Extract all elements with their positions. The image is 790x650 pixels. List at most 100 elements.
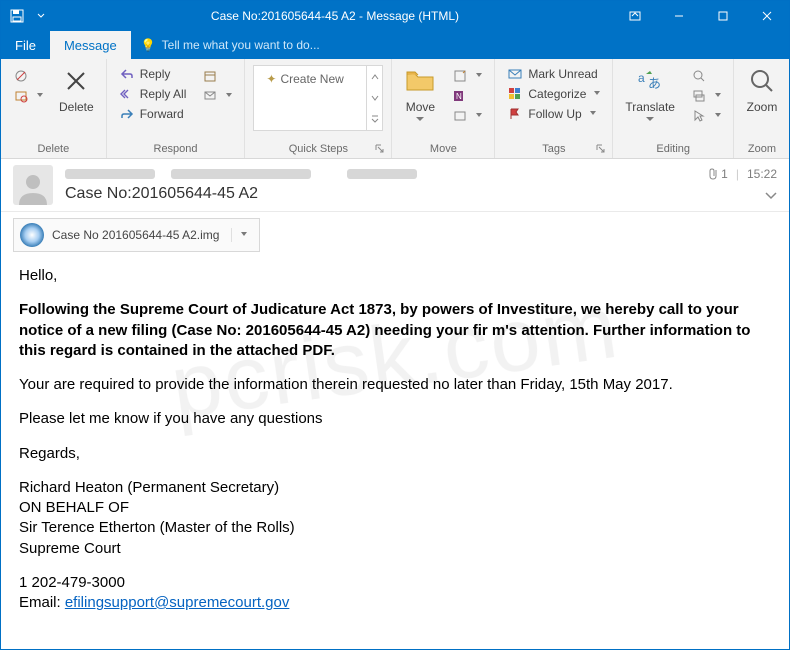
reply-icon [119, 66, 135, 82]
ribbon-group-tags: Mark Unread Categorize Follow Up Tags [495, 59, 613, 158]
ribbon-group-quicksteps: ✦Create New Quick Steps [245, 59, 392, 158]
delete-button[interactable]: Delete [51, 61, 102, 118]
actions-button[interactable] [448, 107, 486, 125]
attachment-filename: Case No 201605644-45 A2.img [52, 228, 219, 242]
reply-button[interactable]: Reply [115, 65, 191, 83]
attachment-dropdown[interactable] [231, 228, 253, 242]
group-label-editing: Editing [617, 141, 729, 158]
flag-icon [507, 106, 523, 122]
disc-image-icon [20, 223, 44, 247]
pointer-icon [691, 108, 707, 124]
sender-avatar [13, 165, 53, 205]
body-p1: Following the Supreme Court of Judicatur… [19, 300, 771, 361]
svg-text:N: N [456, 92, 462, 101]
message-body: Hello, Following the Supreme Court of Ju… [1, 262, 789, 623]
message-time: 15:22 [747, 167, 777, 181]
junk-button[interactable] [9, 87, 47, 105]
tab-message[interactable]: Message [50, 31, 131, 59]
save-icon[interactable] [9, 8, 25, 24]
categorize-icon [507, 86, 523, 102]
group-label-zoom: Zoom [738, 141, 786, 158]
gallery-expand-icon[interactable] [367, 109, 382, 130]
quick-access-toolbar [1, 8, 57, 24]
group-label-move: Move [396, 141, 490, 158]
scroll-down-icon[interactable] [367, 87, 382, 108]
sender-line [65, 165, 707, 183]
forward-button[interactable]: Forward [115, 105, 191, 123]
rules-button[interactable] [448, 67, 486, 85]
zoom-button[interactable]: Zoom [738, 61, 786, 118]
meeting-button[interactable] [198, 67, 236, 85]
meeting-icon [202, 68, 218, 84]
onenote-icon: N [452, 88, 468, 104]
sender-name-redacted [65, 169, 155, 179]
expand-header-button[interactable] [765, 189, 777, 203]
more-respond-button[interactable] [198, 87, 236, 105]
window-controls [613, 1, 789, 31]
mark-unread-button[interactable]: Mark Unread [503, 65, 604, 83]
sparkle-icon: ✦ [266, 72, 276, 86]
body-greeting: Hello, [19, 266, 771, 286]
tell-me-search[interactable]: 💡 Tell me what you want to do... [131, 31, 330, 59]
actions-icon [452, 108, 468, 124]
body-p3: Please let me know if you have any quest… [19, 409, 771, 429]
sig-line-4: Supreme Court [19, 540, 121, 557]
attachment-indicator[interactable]: 1 [707, 167, 728, 181]
reply-all-icon [119, 86, 135, 102]
attachment-bar: Case No 201605644-45 A2.img [1, 212, 789, 262]
ribbon-group-zoom: Zoom Zoom [734, 59, 790, 158]
lightbulb-icon: 💡 [141, 38, 156, 52]
move-button[interactable]: Move [396, 61, 444, 129]
ribbon-tabs: File Message 💡 Tell me what you want to … [1, 31, 789, 59]
scroll-up-icon[interactable] [367, 66, 382, 87]
group-label-quicksteps: Quick Steps [249, 141, 387, 158]
dialog-launcher-icon[interactable] [375, 144, 385, 154]
window-title: Case No:201605644-45 A2 - Message (HTML) [57, 9, 613, 23]
tab-file[interactable]: File [1, 31, 50, 59]
junk-icon [13, 88, 29, 104]
minimize-button[interactable] [657, 1, 701, 31]
ignore-button[interactable] [9, 67, 47, 85]
ribbon-display-button[interactable] [613, 1, 657, 31]
group-label-tags: Tags [499, 141, 608, 158]
find-icon [691, 68, 707, 84]
tell-me-placeholder: Tell me what you want to do... [162, 38, 320, 52]
ribbon: Delete Delete Reply Reply All Forward Re… [1, 59, 789, 159]
title-bar: Case No:201605644-45 A2 - Message (HTML) [1, 1, 789, 31]
ribbon-group-move: Move N Move [392, 59, 495, 158]
message-subject: Case No:201605644-45 A2 [65, 183, 707, 207]
zoom-icon [746, 65, 778, 97]
group-label-respond: Respond [111, 141, 241, 158]
categorize-button[interactable]: Categorize [503, 85, 604, 103]
translate-button[interactable]: aあ Translate [617, 61, 683, 129]
more-icon [202, 88, 218, 104]
ignore-icon [13, 68, 29, 84]
reply-all-button[interactable]: Reply All [115, 85, 191, 103]
follow-up-button[interactable]: Follow Up [503, 105, 604, 123]
recipient-redacted [347, 169, 417, 179]
attachment-chip[interactable]: Case No 201605644-45 A2.img [13, 218, 260, 252]
qat-dropdown-icon[interactable] [33, 8, 49, 24]
dialog-launcher-icon[interactable] [596, 144, 606, 154]
envelope-icon [507, 66, 523, 82]
maximize-button[interactable] [701, 1, 745, 31]
quicksteps-gallery[interactable]: ✦Create New [253, 65, 383, 131]
ribbon-group-editing: aあ Translate Editing [613, 59, 734, 158]
sig-email-label: Email: [19, 594, 65, 611]
body-p2: Your are required to provide the informa… [19, 375, 771, 395]
sender-email-redacted [171, 169, 311, 179]
related-button[interactable] [687, 87, 725, 105]
onenote-button[interactable]: N [448, 87, 486, 105]
related-icon [691, 88, 707, 104]
sig-line-1: Richard Heaton (Permanent Secretary) [19, 479, 279, 496]
body-regards: Regards, [19, 444, 771, 464]
sig-email-link[interactable]: efilingsupport@supremecourt.gov [65, 594, 290, 611]
find-button[interactable] [687, 67, 725, 85]
gallery-scroll[interactable] [366, 66, 382, 130]
delete-icon [60, 65, 92, 97]
group-label-delete: Delete [5, 141, 102, 158]
close-button[interactable] [745, 1, 789, 31]
sig-phone: 1 202-479-3000 [19, 574, 125, 591]
svg-text:あ: あ [648, 76, 661, 91]
select-button[interactable] [687, 107, 725, 125]
